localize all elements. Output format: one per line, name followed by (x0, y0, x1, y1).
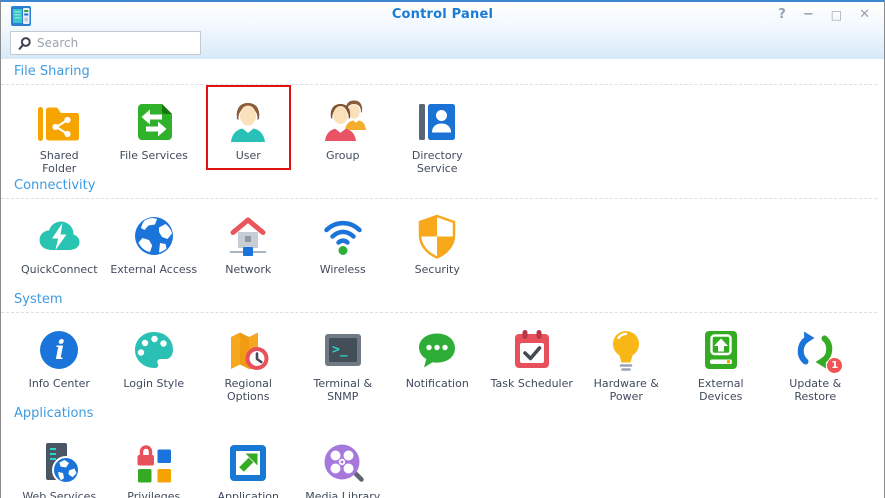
regional-options-icon (224, 326, 272, 374)
item-label: Web Services (22, 490, 97, 498)
wireless-icon (319, 212, 367, 260)
item-task-scheduler[interactable]: Task Scheduler (485, 326, 580, 404)
search-icon (18, 36, 31, 50)
item-label: Hardware & Power (593, 377, 659, 403)
item-hardware-power[interactable]: Hardware & Power (579, 326, 674, 404)
titlebar: Control Panel ? − □ ✕ (1, 2, 884, 29)
section-title-applications: Applications (14, 406, 94, 421)
header-strip: Control Panel ? − □ ✕ (1, 2, 884, 59)
item-label: Terminal & SNMP (313, 377, 373, 403)
network-icon (224, 212, 272, 260)
window-title: Control Panel (391, 7, 494, 22)
item-group[interactable]: Group (296, 98, 391, 176)
item-label: Notification (405, 377, 469, 390)
item-label: Shared Folder (39, 149, 79, 175)
item-terminal-snmp[interactable]: >_ Terminal & SNMP (296, 326, 391, 404)
item-label: Wireless (319, 263, 366, 276)
quickconnect-icon (35, 212, 83, 260)
item-quickconnect[interactable]: QuickConnect (12, 212, 107, 290)
user-icon (224, 98, 272, 146)
application-portal-icon (224, 439, 272, 487)
item-label: Network (225, 263, 272, 276)
item-label: Privileges (127, 490, 181, 498)
item-directory-service[interactable]: Directory Service (390, 98, 485, 176)
privileges-icon (130, 439, 178, 487)
file-sharing-items: Shared Folder File Services User Group D… (1, 85, 884, 176)
shared-folder-icon (35, 98, 83, 146)
minimize-icon[interactable]: − (803, 6, 814, 24)
item-label: Group (326, 149, 360, 162)
item-label: Info Center (28, 377, 90, 390)
external-devices-icon (697, 326, 745, 374)
item-shared-folder[interactable]: Shared Folder (12, 98, 107, 176)
item-regional-options[interactable]: Regional Options (201, 326, 296, 404)
item-notification[interactable]: Notification (390, 326, 485, 404)
task-scheduler-icon (508, 326, 556, 374)
item-label: User (235, 149, 261, 162)
terminal-snmp-icon: >_ (319, 326, 367, 374)
web-services-icon (35, 439, 83, 487)
item-label: Update & Restore (789, 377, 842, 403)
item-privileges[interactable]: Privileges (107, 439, 202, 498)
hardware-power-icon (602, 326, 650, 374)
control-panel-window: Control Panel ? − □ ✕ File Sharing (0, 0, 885, 498)
help-icon[interactable]: ? (778, 6, 786, 24)
item-application-portal[interactable]: Application Portal (201, 439, 296, 498)
item-wireless[interactable]: Wireless (296, 212, 391, 290)
update-count-badge: 1 (827, 358, 843, 373)
connectivity-items: QuickConnect External Access Network Wir… (1, 199, 884, 290)
item-label: File Services (119, 149, 188, 162)
item-label: External Access (110, 263, 198, 276)
svg-text:i: i (55, 336, 65, 366)
file-services-icon (130, 98, 178, 146)
item-label: Directory Service (411, 149, 463, 175)
external-access-icon (130, 212, 178, 260)
notification-icon (413, 326, 461, 374)
search-box[interactable] (10, 31, 201, 55)
update-restore-icon: 1 (791, 326, 843, 374)
item-user[interactable]: User (201, 85, 296, 176)
item-media-library[interactable]: Media Library (296, 439, 391, 498)
media-library-icon (319, 439, 367, 487)
svg-text:>_: >_ (332, 343, 348, 358)
item-label: Security (414, 263, 460, 276)
item-login-style[interactable]: Login Style (107, 326, 202, 404)
search-input[interactable] (37, 36, 193, 50)
login-style-icon (130, 326, 178, 374)
control-panel-content: File Sharing Shared Folder File Services… (1, 59, 884, 498)
item-label: Application Portal (217, 490, 279, 498)
item-external-devices[interactable]: External Devices (674, 326, 769, 404)
item-security[interactable]: Security (390, 212, 485, 290)
item-label: External Devices (697, 377, 744, 403)
close-icon[interactable]: ✕ (859, 6, 870, 24)
section-file-sharing: File Sharing Shared Folder File Services… (1, 59, 884, 176)
item-label: Login Style (123, 377, 185, 390)
system-items: i Info Center Login Style Regional Optio… (1, 313, 884, 404)
item-label: Media Library (305, 490, 381, 498)
group-icon (319, 98, 367, 146)
applications-items: Web Services Privileges Application Medi… (1, 426, 884, 498)
section-title-connectivity: Connectivity (1, 176, 877, 199)
info-center-icon: i (35, 326, 83, 374)
directory-service-icon (413, 98, 461, 146)
section-title-file-sharing: File Sharing (1, 59, 877, 85)
section-title-system: System (1, 290, 877, 313)
section-connectivity: Connectivity QuickConnect External Acces… (1, 176, 884, 290)
item-network[interactable]: Network (201, 212, 296, 290)
item-info-center[interactable]: i Info Center (12, 326, 107, 404)
section-system: System i Info Center Login Style Regiona… (1, 290, 884, 404)
maximize-icon[interactable]: □ (831, 6, 842, 24)
item-label: Task Scheduler (490, 377, 573, 390)
item-update-restore[interactable]: 1 Update & Restore (768, 326, 863, 404)
item-file-services[interactable]: File Services (107, 98, 202, 176)
security-icon (413, 212, 461, 260)
item-web-services[interactable]: Web Services (12, 439, 107, 498)
item-label: Regional Options (224, 377, 272, 403)
section-applications: Applications Web Services Privileges App… (1, 404, 884, 498)
item-external-access[interactable]: External Access (107, 212, 202, 290)
item-label: QuickConnect (20, 263, 98, 276)
